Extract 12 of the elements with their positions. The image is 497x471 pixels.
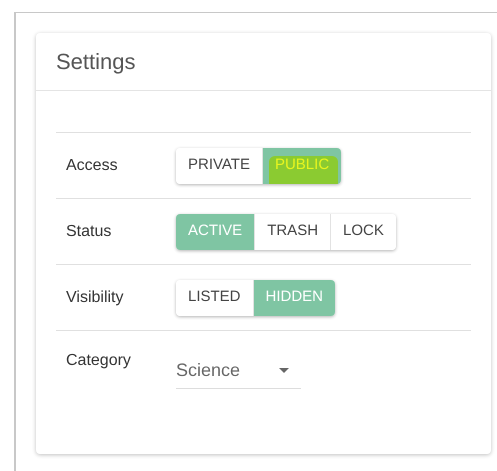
field-label: Access bbox=[66, 156, 119, 176]
card-title: Settings bbox=[56, 49, 136, 74]
highlighter-mark bbox=[268, 156, 338, 184]
toggle-option[interactable]: TRASH bbox=[254, 214, 330, 250]
toggle-option[interactable]: LISTED bbox=[176, 280, 253, 316]
field-label: Status bbox=[66, 222, 112, 242]
caret-icon bbox=[279, 368, 289, 373]
field-label: Category bbox=[66, 351, 132, 371]
field-label: Visibility bbox=[66, 288, 124, 308]
category-select[interactable]: Science bbox=[176, 353, 301, 389]
toggle-option[interactable]: LOCK bbox=[330, 214, 396, 250]
toggle-option[interactable]: PRIVATE bbox=[176, 148, 262, 184]
